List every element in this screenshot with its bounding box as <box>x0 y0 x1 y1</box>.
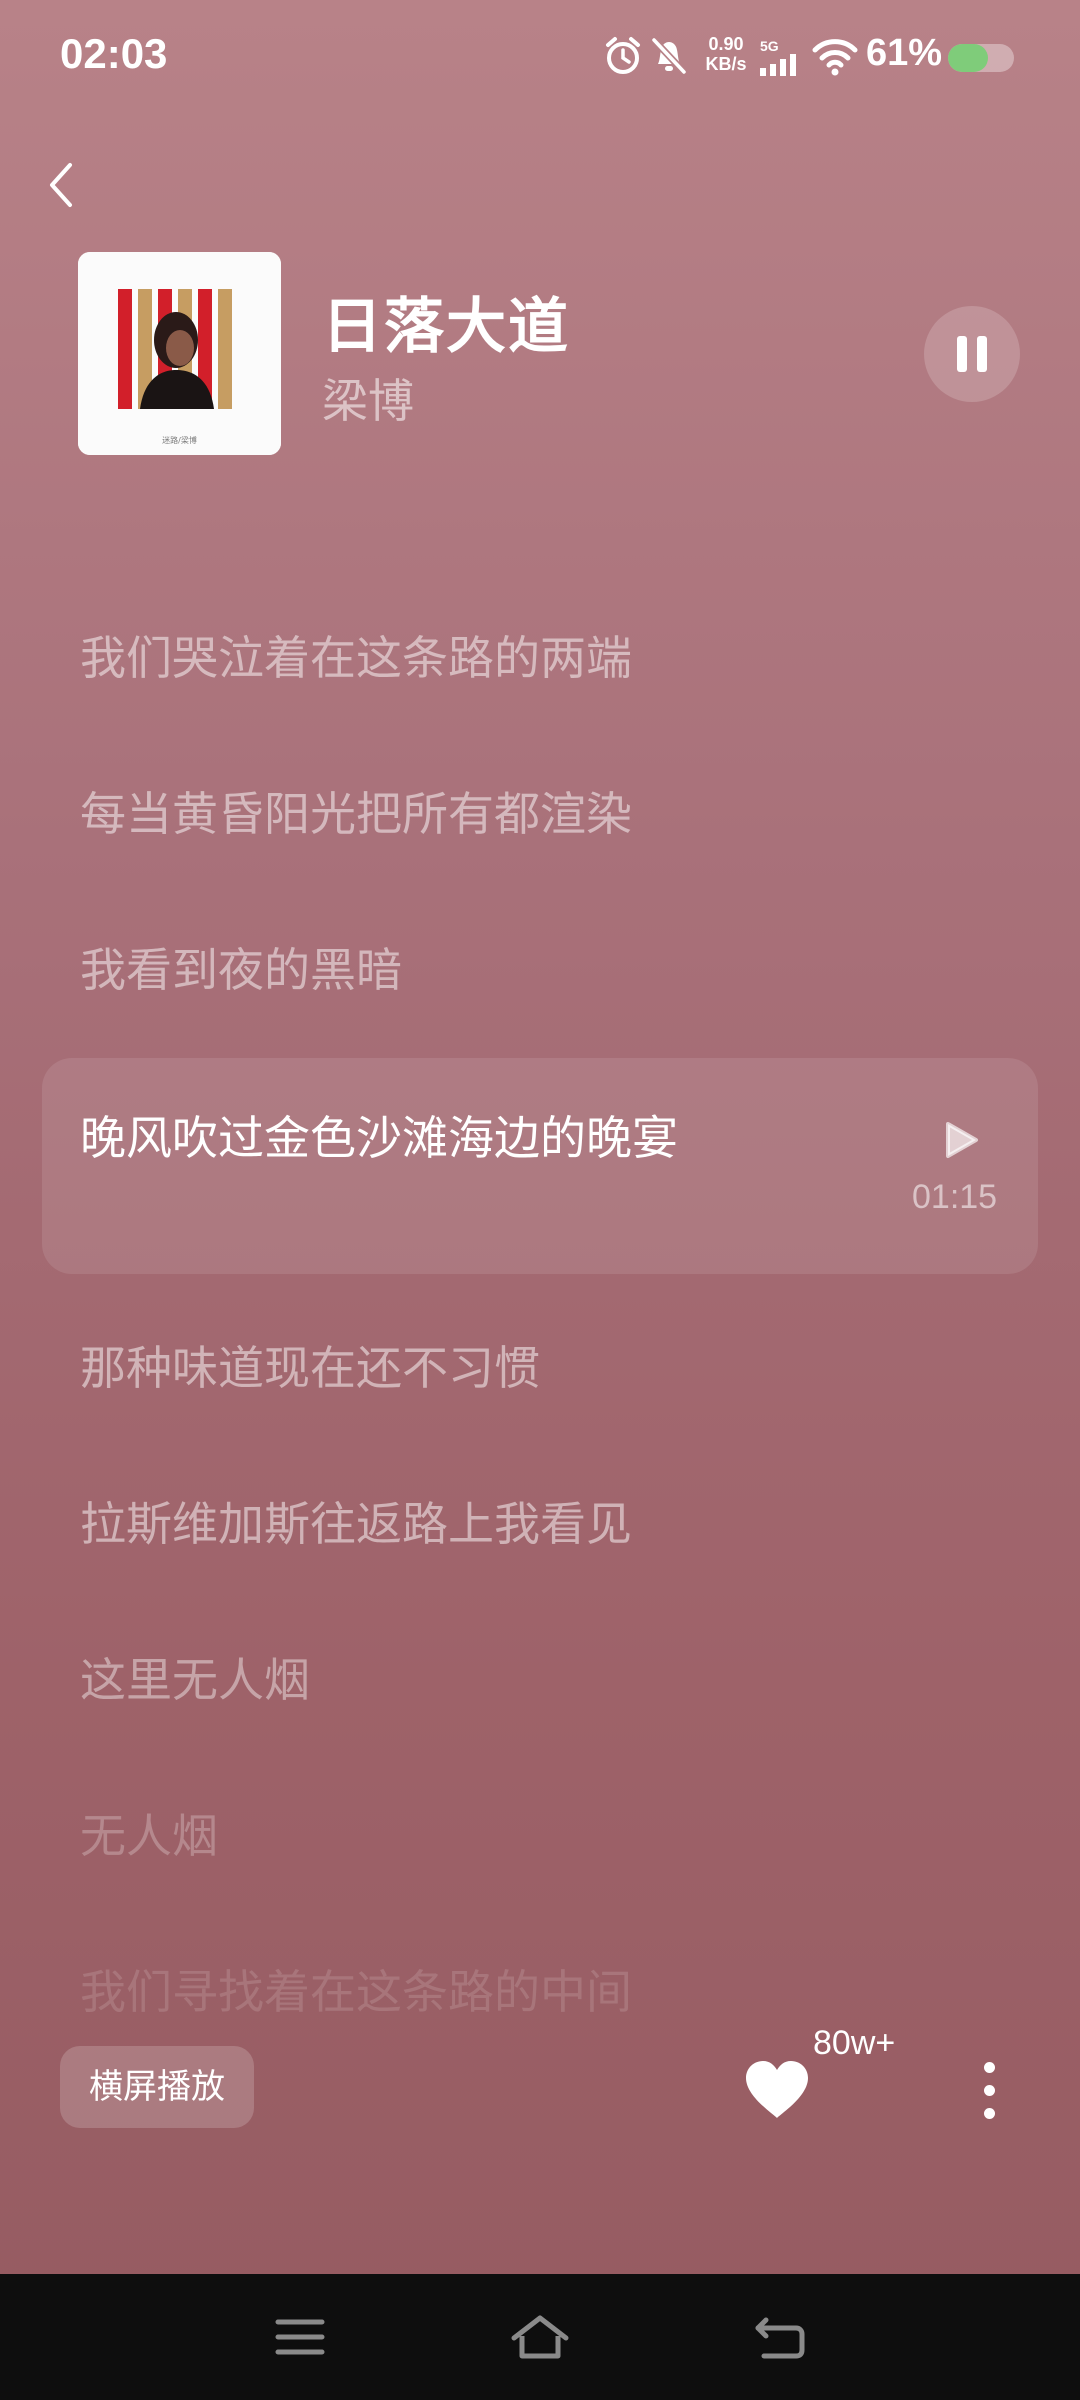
active-lyric-text: 晚风吹过金色沙滩海边的晚宴 <box>80 1111 678 1165</box>
lyric-faded-previous <box>80 505 680 525</box>
lyric-line[interactable]: 这里无人烟 <box>80 1652 760 1708</box>
music-lyrics-screen: 02:03 0.90 KB/s 5G 61% 迷路/梁博 日落大道 梁博 我们哭… <box>0 0 1080 2400</box>
back-nav-button[interactable] <box>752 2312 808 2362</box>
lyric-line[interactable]: 那种味道现在还不习惯 <box>80 1340 760 1396</box>
home-nav-button[interactable] <box>510 2312 570 2362</box>
system-navigation-bar <box>0 2274 1080 2400</box>
back-button[interactable] <box>40 155 88 215</box>
battery-level-fill <box>948 44 989 72</box>
heart-icon[interactable] <box>742 2058 812 2122</box>
album-cover-image <box>78 252 281 455</box>
lyric-line[interactable]: 每当黄昏阳光把所有都渲染 <box>80 786 760 842</box>
lyric-line[interactable]: 我们哭泣着在这条路的两端 <box>80 630 760 686</box>
network-speed: 0.90 KB/s <box>698 34 754 74</box>
battery-icon <box>948 44 1014 72</box>
lyric-line[interactable]: 我看到夜的黑暗 <box>80 942 760 998</box>
battery-percent: 61% <box>866 32 943 74</box>
lyric-line[interactable]: 拉斯维加斯往返路上我看见 <box>80 1496 760 1552</box>
album-caption: 迷路/梁博 <box>162 436 197 445</box>
signal-icon <box>760 54 796 76</box>
pause-icon-bar <box>977 336 987 372</box>
album-art[interactable]: 迷路/梁博 <box>78 252 281 455</box>
pause-icon <box>957 336 967 372</box>
pause-button[interactable] <box>924 306 1020 402</box>
lyric-line[interactable]: 我们寻找着在这条路的中间 <box>80 1964 760 2020</box>
more-icon-dot <box>984 2108 995 2119</box>
landscape-play-button[interactable]: 横屏播放 <box>60 2046 254 2128</box>
lyric-line[interactable]: 无人烟 <box>80 1808 760 1864</box>
more-icon <box>984 2062 995 2073</box>
bell-muted-icon <box>651 37 687 75</box>
active-lyric-line[interactable]: 晚风吹过金色沙滩海边的晚宴 01:15 <box>42 1058 1038 1274</box>
play-from-line-icon[interactable] <box>938 1118 982 1162</box>
more-options-button[interactable] <box>968 2052 1012 2128</box>
artist-name[interactable]: 梁博 <box>322 365 414 431</box>
lyric-timestamp: 01:15 <box>912 1178 998 1216</box>
like-count: 80w+ <box>813 2024 896 2062</box>
wifi-icon <box>812 39 858 76</box>
status-bar: 02:03 0.90 KB/s 5G 61% <box>0 0 1080 115</box>
network-speed-value: 0.90 <box>708 34 744 54</box>
alarm-icon <box>606 37 640 74</box>
network-type: 5G <box>760 38 779 54</box>
song-title: 日落大道 <box>322 292 570 362</box>
menu-nav-button[interactable] <box>272 2312 328 2362</box>
status-time: 02:03 <box>60 30 168 77</box>
more-icon-dot <box>984 2085 995 2096</box>
network-speed-unit: KB/s <box>705 54 747 74</box>
